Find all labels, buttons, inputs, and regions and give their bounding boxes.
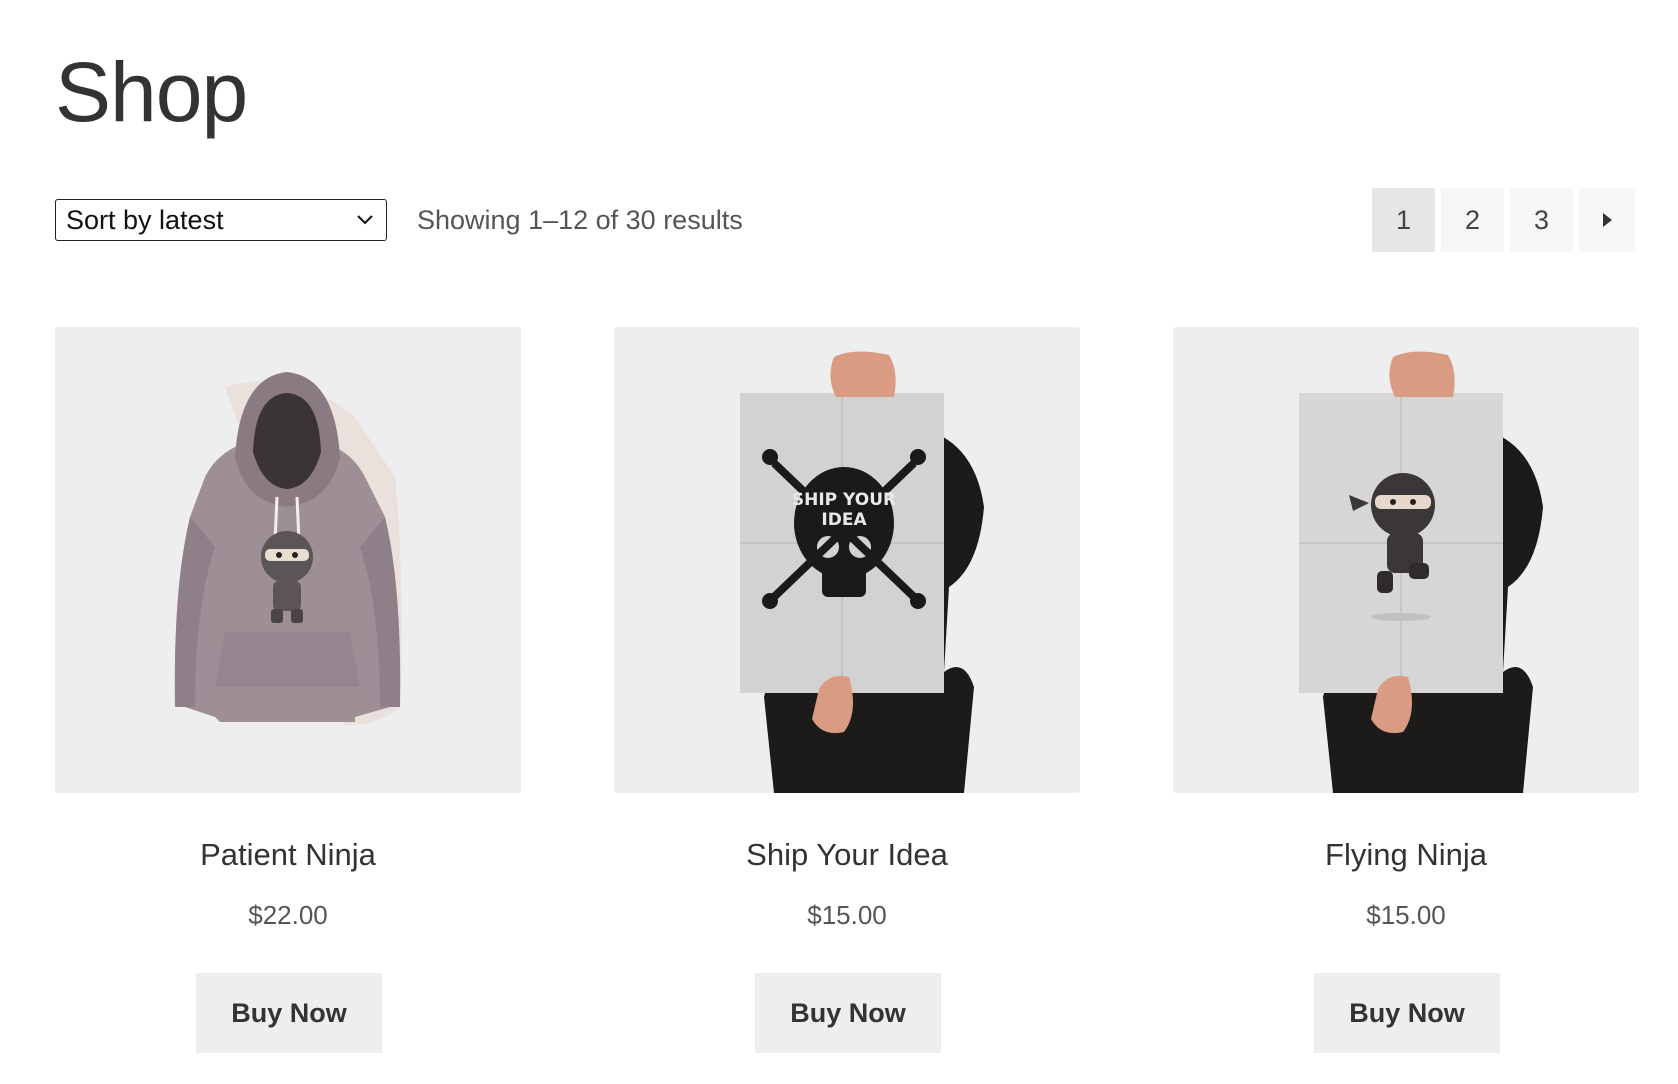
product-price: $15.00 [807,900,887,930]
buy-now-button[interactable]: Buy Now [196,973,382,1053]
sort-selected-value: Sort by latest [66,204,224,235]
product-title[interactable]: Ship Your Idea [614,837,1080,873]
product-card: Flying Ninja $15.00 Buy Now [1173,327,1639,1053]
pagination: 1 2 3 [1372,188,1635,252]
product-title[interactable]: Patient Ninja [55,837,521,873]
buy-now-button[interactable]: Buy Now [1314,973,1500,1053]
poster-text-line2: IDEA [821,510,867,530]
poster-text-line1: SHIP YOUR [792,490,896,510]
product-card: Patient Ninja $22.00 Buy Now [55,327,521,1053]
product-price: $15.00 [1366,900,1446,930]
ship-your-idea-poster-image: SHIP YOUR IDEA [740,351,984,793]
result-count: Showing 1–12 of 30 results [417,205,743,235]
page-link-2[interactable]: 2 [1441,188,1504,252]
product-title[interactable]: Flying Ninja [1173,837,1639,873]
shop-toolbar: Sort by latest Showing 1–12 of 30 result… [55,188,1635,252]
chevron-down-icon [357,215,373,225]
product-image-link[interactable]: SHIP YOUR IDEA [614,327,1080,793]
flying-ninja-poster-image [1299,351,1543,793]
product-image-link[interactable] [1173,327,1639,793]
hoodie-ninja-image [174,372,402,726]
page-title: Shop [55,45,248,139]
buy-now-button[interactable]: Buy Now [755,973,941,1053]
page-link-1[interactable]: 1 [1372,188,1435,252]
product-price: $22.00 [248,900,328,930]
next-arrow-icon [1603,213,1612,227]
next-page-button[interactable] [1579,188,1635,252]
product-image-link[interactable] [55,327,521,793]
sort-select[interactable]: Sort by latest [55,199,387,241]
page-link-3[interactable]: 3 [1510,188,1573,252]
product-card: SHIP YOUR IDEA Ship Your Idea $15.00 Buy… [614,327,1080,1053]
shop-page: Shop Sort by latest Showing 1–12 of 30 r… [55,0,1639,1084]
